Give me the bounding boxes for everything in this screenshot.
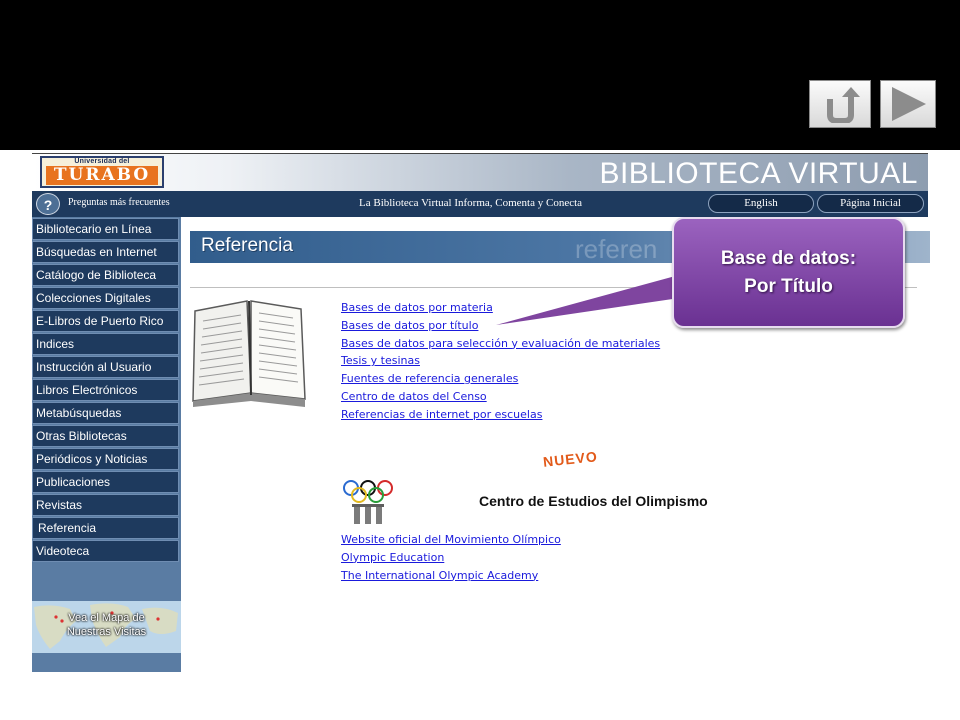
sidebar-item-colecciones[interactable]: Colecciones Digitales	[32, 287, 179, 309]
sidebar-item-revistas[interactable]: Revistas	[32, 494, 179, 516]
link-olympic-academy[interactable]: The International Olympic Academy	[341, 567, 561, 585]
section-title: Referencia	[201, 235, 293, 256]
section-watermark: referen	[575, 234, 658, 264]
link-fuentes-referencia[interactable]: Fuentes de referencia generales	[341, 370, 660, 388]
map-caption-line-2: Nuestras Visitas	[66, 626, 147, 638]
callout-line-1: Base de datos:	[720, 247, 857, 269]
help-icon[interactable]: ?	[36, 193, 60, 215]
tagline: La Biblioteca Virtual Informa, Comenta y…	[359, 197, 583, 209]
sidebar-item-instruccion[interactable]: Instrucción al Usuario	[32, 356, 179, 378]
sidebar-item-videoteca[interactable]: Videoteca	[32, 540, 179, 562]
sidebar: Bibliotecario en Línea Búsquedas en Inte…	[32, 217, 181, 672]
map-caption-line-1: Vea el Mapa de	[68, 612, 145, 624]
sidebar-item-busquedas[interactable]: Búsquedas en Internet	[32, 241, 179, 263]
link-bases-por-titulo[interactable]: Bases de datos por título	[341, 317, 660, 335]
sidebar-item-periodicos[interactable]: Periódicos y Noticias	[32, 448, 179, 470]
link-centro-datos-censo[interactable]: Centro de datos del Censo	[341, 388, 660, 406]
sidebar-item-metabusquedas[interactable]: Metabúsquedas	[32, 402, 179, 424]
slide-next-button[interactable]	[880, 80, 936, 128]
link-tesis-tesinas[interactable]: Tesis y tesinas	[341, 352, 660, 370]
top-navbar: ? Preguntas más frecuentes La Biblioteca…	[32, 191, 928, 217]
university-logo[interactable]: Universidad del TURABO	[40, 156, 164, 188]
olympic-rings-icon	[343, 480, 393, 524]
faq-link[interactable]: Preguntas más frecuentes	[68, 197, 170, 208]
link-movimiento-olimpico[interactable]: Website oficial del Movimiento Olímpico	[341, 531, 561, 549]
english-button[interactable]: English	[708, 194, 814, 213]
slide-back-button[interactable]	[809, 80, 871, 128]
visits-map-thumbnail[interactable]: Vea el Mapa de Nuestras Visitas	[32, 601, 181, 653]
link-olympic-education[interactable]: Olympic Education	[341, 549, 561, 567]
sidebar-item-bibliotecario[interactable]: Bibliotecario en Línea	[32, 218, 179, 240]
sidebar-item-libros-electronicos[interactable]: Libros Electrónicos	[32, 379, 179, 401]
logo-small-text: Universidad del	[74, 158, 130, 165]
olympic-section-title: Centro de Estudios del Olimpismo	[479, 493, 708, 509]
sidebar-item-referencia[interactable]: Referencia	[32, 517, 179, 539]
u-turn-back-arrow-icon	[827, 87, 860, 123]
link-bases-por-materia[interactable]: Bases de datos por materia	[341, 299, 660, 317]
olympic-links: Website oficial del Movimiento Olímpico …	[341, 531, 561, 584]
sidebar-item-otras-bibliotecas[interactable]: Otras Bibliotecas	[32, 425, 179, 447]
annotation-callout: Base de datos: Por Título	[672, 217, 905, 328]
play-next-triangle-icon	[892, 87, 926, 121]
sidebar-item-indices[interactable]: Indices	[32, 333, 179, 355]
home-button[interactable]: Página Inicial	[817, 194, 924, 213]
link-referencias-internet-escuelas[interactable]: Referencias de internet por escuelas	[341, 406, 660, 424]
open-book-icon	[192, 300, 306, 407]
new-badge: NUEVO	[542, 448, 599, 470]
sidebar-item-catalogo[interactable]: Catálogo de Biblioteca	[32, 264, 179, 286]
reference-links: Bases de datos por materia Bases de dato…	[341, 299, 660, 424]
link-bases-seleccion-evaluacion[interactable]: Bases de datos para selección y evaluaci…	[341, 335, 660, 353]
sidebar-item-publicaciones[interactable]: Publicaciones	[32, 471, 179, 493]
logo-main-text: TURABO	[46, 166, 158, 185]
callout-line-2: Por Título	[744, 275, 833, 297]
page-title: BIBLIOTECA VIRTUAL	[599, 157, 918, 190]
sidebar-item-elibros-pr[interactable]: E-Libros de Puerto Rico	[32, 310, 179, 332]
site-header: Universidad del TURABO BIBLIOTECA VIRTUA…	[32, 153, 928, 192]
